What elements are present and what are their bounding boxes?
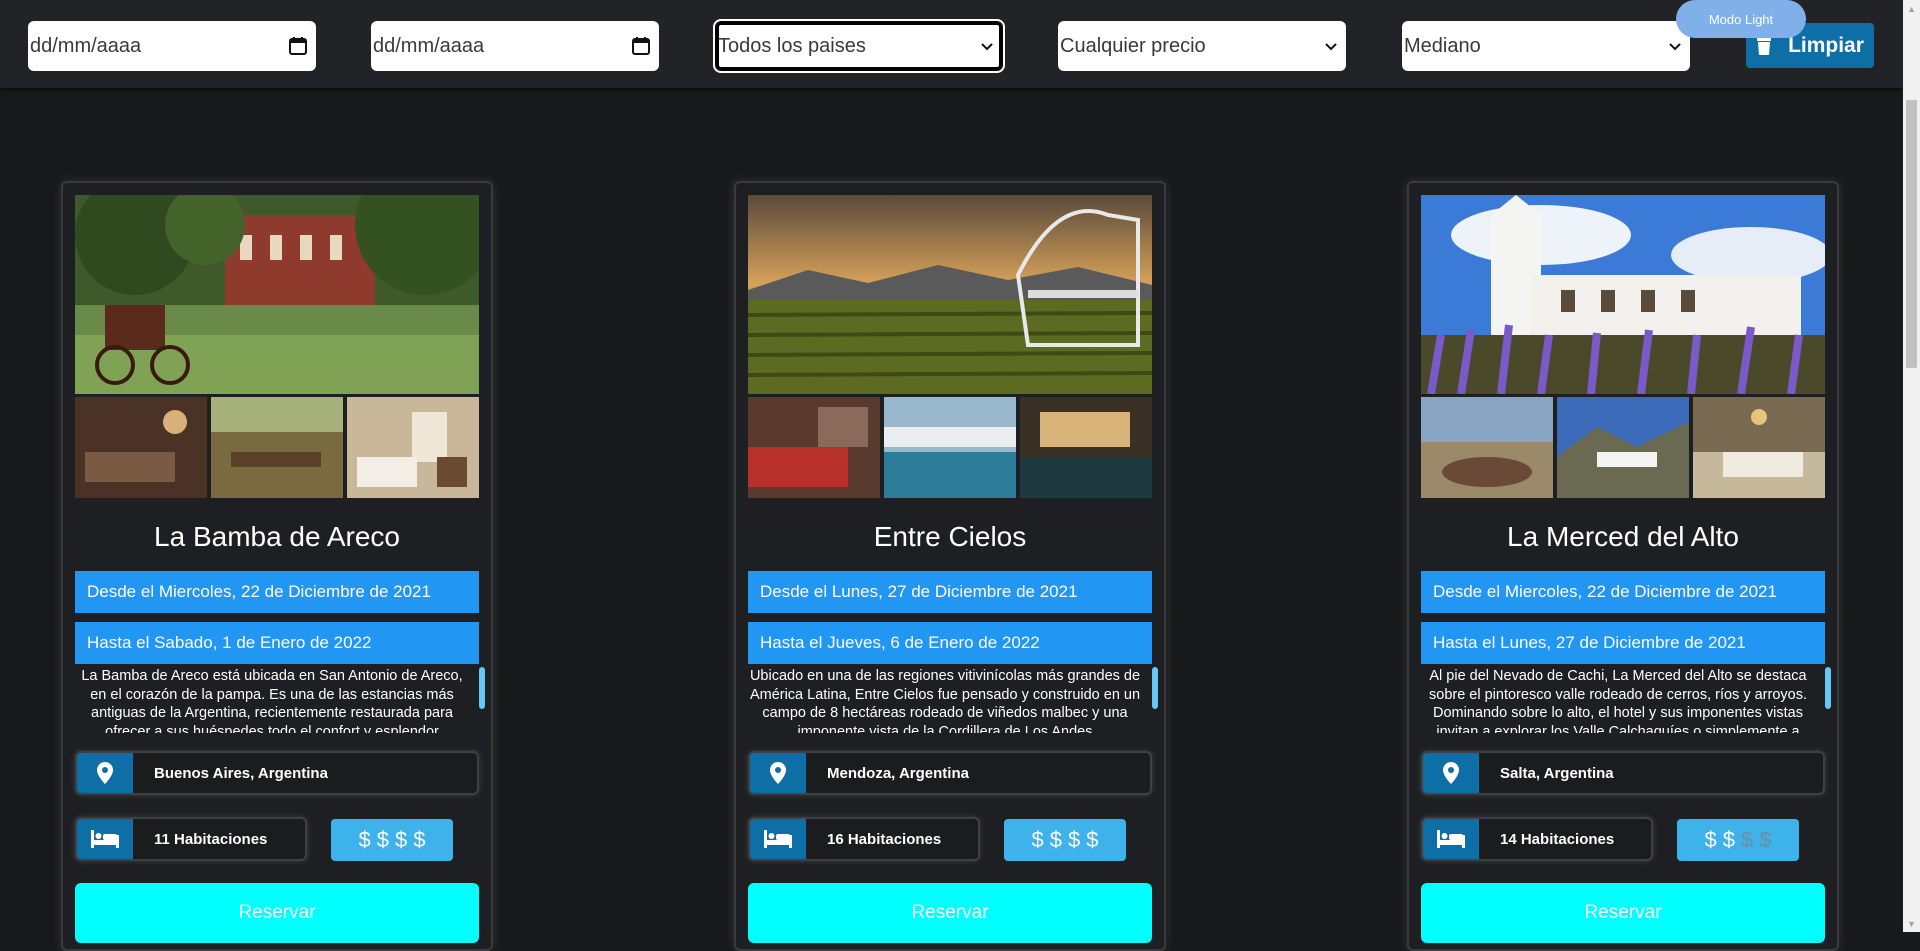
price-symbol-active: $ xyxy=(358,827,371,852)
date-to-input[interactable]: dd/mm/aaaa xyxy=(371,21,659,71)
trash-icon xyxy=(1757,35,1772,55)
rooms-text: 14 Habitaciones xyxy=(1500,830,1615,848)
map-pin-icon xyxy=(77,753,133,793)
price-symbol-inactive: $ xyxy=(1759,827,1772,852)
country-select[interactable]: Todos los paises xyxy=(713,19,1005,73)
bed-icon xyxy=(750,819,806,859)
price-symbol-active: $ xyxy=(1086,827,1099,852)
price-symbol-inactive: $ xyxy=(1741,827,1754,852)
rooms-box: 16 Habitaciones xyxy=(748,817,980,861)
date-to-bar: Hasta el Lunes, 27 de Diciembre de 2021 xyxy=(1421,622,1825,664)
date-to-bar: Hasta el Sabado, 1 de Enero de 2022 xyxy=(75,622,479,664)
hotel-thumbnail xyxy=(75,397,207,498)
price-select-value: Cualquier precio xyxy=(1060,34,1206,57)
map-pin-icon xyxy=(1423,753,1479,793)
price-level-badge: $ $ $ $ xyxy=(1004,819,1126,861)
rooms-text: 11 Habitaciones xyxy=(154,830,268,848)
price-select[interactable]: Cualquier precio xyxy=(1058,21,1346,71)
theme-toggle-label: Modo Light xyxy=(1708,11,1774,27)
hotel-card: La Bamba de Areco Desde el Miercoles, 22… xyxy=(61,181,493,951)
date-from-input[interactable]: dd/mm/aaaa xyxy=(28,21,316,71)
rooms-box: 14 Habitaciones xyxy=(1421,817,1653,861)
size-select[interactable]: Mediano xyxy=(1402,21,1690,71)
price-symbol-active: $ xyxy=(413,827,426,852)
price-symbol-active: $ xyxy=(1031,827,1044,852)
description-scrollbar[interactable] xyxy=(479,667,485,709)
date-from-value: dd/mm/aaaa xyxy=(30,34,142,57)
location-text: Salta, Argentina xyxy=(1500,764,1614,782)
hotel-main-photo xyxy=(748,195,1152,394)
description-scrollbar[interactable] xyxy=(1152,667,1158,709)
hotel-main-photo xyxy=(75,195,479,394)
bed-icon xyxy=(77,819,133,859)
hotel-thumbnail xyxy=(748,397,880,498)
hotel-thumbnail xyxy=(1421,397,1553,498)
country-select-value: Todos los paises xyxy=(718,34,866,57)
hotel-thumbnail xyxy=(884,397,1016,498)
date-from-bar: Desde el Miercoles, 22 de Diciembre de 2… xyxy=(75,571,479,613)
chevron-down-icon xyxy=(1669,43,1681,51)
scroll-thumb[interactable] xyxy=(1906,100,1917,368)
hotel-thumbnail xyxy=(1693,397,1825,498)
rooms-text: 16 Habitaciones xyxy=(827,830,942,848)
page-scrollbar[interactable]: ▲ ▼ xyxy=(1903,0,1920,932)
hotel-card: La Merced del Alto Desde el Miercoles, 2… xyxy=(1407,181,1839,951)
hotel-thumbnail xyxy=(1557,397,1689,498)
date-from-bar: Desde el Lunes, 27 de Diciembre de 2021 xyxy=(748,571,1152,613)
price-symbol-active: $ xyxy=(395,827,408,852)
price-symbol-active: $ xyxy=(1049,827,1062,852)
hotel-thumbnail xyxy=(211,397,343,498)
map-pin-icon xyxy=(750,753,806,793)
clear-filters-label: Limpiar xyxy=(1788,33,1864,57)
photo-gallery xyxy=(75,195,479,498)
price-symbol-active: $ xyxy=(1068,827,1081,852)
chevron-down-icon xyxy=(1325,43,1337,51)
price-symbol-active: $ xyxy=(1704,827,1717,852)
size-select-value: Mediano xyxy=(1404,34,1481,57)
description-scrollbar[interactable] xyxy=(1825,667,1831,709)
hotel-description: Ubicado en una de las regiones vitiviníc… xyxy=(749,668,1141,733)
location-box: Salta, Argentina xyxy=(1421,751,1825,795)
photo-gallery xyxy=(748,195,1152,498)
location-text: Buenos Aires, Argentina xyxy=(154,764,328,782)
hotel-name: Entre Cielos xyxy=(873,521,1027,552)
chevron-down-icon xyxy=(981,43,993,51)
scroll-down-arrow-icon[interactable]: ▼ xyxy=(1903,915,1920,932)
photo-gallery xyxy=(1421,195,1825,498)
calendar-icon[interactable] xyxy=(631,36,651,56)
date-to-bar: Hasta el Jueves, 6 de Enero de 2022 xyxy=(748,622,1152,664)
bed-icon xyxy=(1423,819,1479,859)
reserve-button[interactable]: Reservar xyxy=(1421,883,1825,943)
location-box: Mendoza, Argentina xyxy=(748,751,1152,795)
rooms-box: 11 Habitaciones xyxy=(75,817,307,861)
price-level-badge: $ $ $ $ xyxy=(331,819,453,861)
location-text: Mendoza, Argentina xyxy=(827,764,969,782)
reserve-button[interactable]: Reservar xyxy=(75,883,479,943)
scroll-up-arrow-icon[interactable]: ▲ xyxy=(1903,0,1920,17)
theme-toggle-button[interactable]: Modo Light xyxy=(1676,0,1806,38)
hotel-card: Entre Cielos Desde el Lunes, 27 de Dicie… xyxy=(734,181,1166,951)
filter-bar: dd/mm/aaaa dd/mm/aaaa Todos los paises C… xyxy=(0,0,1903,88)
price-symbol-active: $ xyxy=(376,827,389,852)
hotel-name: La Bamba de Areco xyxy=(154,521,400,552)
hotel-description: La Bamba de Areco está ubicada en San An… xyxy=(81,668,463,733)
location-box: Buenos Aires, Argentina xyxy=(75,751,479,795)
hotel-main-photo xyxy=(1421,195,1825,394)
date-from-bar: Desde el Miercoles, 22 de Diciembre de 2… xyxy=(1421,571,1825,613)
reserve-button[interactable]: Reservar xyxy=(748,883,1152,943)
hotel-name: La Merced del Alto xyxy=(1507,521,1739,552)
price-symbol-active: $ xyxy=(1722,827,1735,852)
hotel-thumbnail xyxy=(1020,397,1152,498)
calendar-icon[interactable] xyxy=(288,36,308,56)
hotel-thumbnail xyxy=(347,397,479,498)
date-to-value: dd/mm/aaaa xyxy=(373,34,485,57)
hotel-description: Al pie del Nevado de Cachi, La Merced de… xyxy=(1429,668,1807,733)
price-level-badge: $ $ $ $ xyxy=(1677,819,1799,861)
